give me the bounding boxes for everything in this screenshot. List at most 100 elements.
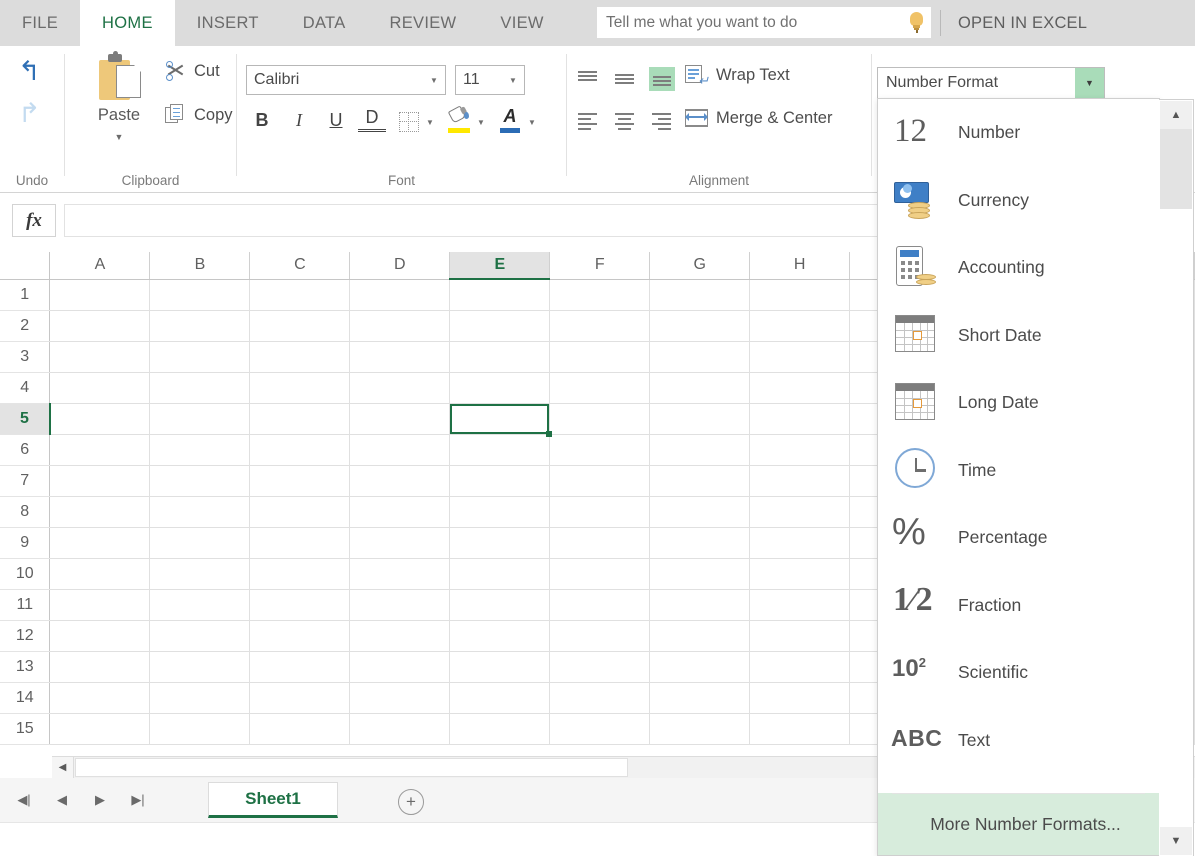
menu-item-more-number-formats[interactable]: More Number Formats... — [878, 793, 1159, 855]
cell-b3[interactable] — [150, 341, 250, 372]
cell-a15[interactable] — [50, 713, 150, 744]
cell-h8[interactable] — [750, 496, 850, 527]
scroll-up-icon[interactable]: ▲ — [1160, 101, 1192, 129]
column-header-g[interactable]: G — [650, 252, 750, 279]
cell-d3[interactable] — [350, 341, 450, 372]
cell-e9[interactable] — [450, 527, 550, 558]
italic-button[interactable]: I — [285, 106, 313, 134]
cell-e6[interactable] — [450, 434, 550, 465]
cell-b10[interactable] — [150, 558, 250, 589]
tab-home[interactable]: HOME — [80, 0, 175, 46]
cell-c11[interactable] — [250, 589, 350, 620]
fill-color-button[interactable] — [445, 106, 473, 134]
cell-a1[interactable] — [50, 279, 150, 310]
middle-align-button[interactable] — [611, 65, 639, 93]
row-header-2[interactable]: 2 — [0, 310, 50, 341]
cell-a4[interactable] — [50, 372, 150, 403]
cell-b2[interactable] — [150, 310, 250, 341]
cell-d5[interactable] — [350, 403, 450, 434]
cell-h15[interactable] — [750, 713, 850, 744]
row-header-11[interactable]: 11 — [0, 589, 50, 620]
cell-f11[interactable] — [550, 589, 650, 620]
cell-d9[interactable] — [350, 527, 450, 558]
cell-f12[interactable] — [550, 620, 650, 651]
row-header-8[interactable]: 8 — [0, 496, 50, 527]
cell-e13[interactable] — [450, 651, 550, 682]
cell-h3[interactable] — [750, 341, 850, 372]
align-right-button[interactable] — [648, 108, 676, 136]
align-left-button[interactable] — [574, 108, 602, 136]
tab-insert[interactable]: INSERT — [175, 0, 281, 46]
column-header-a[interactable]: A — [50, 252, 150, 279]
cell-g4[interactable] — [650, 372, 750, 403]
cell-a6[interactable] — [50, 434, 150, 465]
menu-item-time[interactable]: Time — [878, 437, 1159, 505]
cell-c5[interactable] — [250, 403, 350, 434]
menu-item-long-date[interactable]: Long Date — [878, 369, 1159, 437]
previous-sheet-icon[interactable]: ◀ — [44, 778, 80, 822]
row-header-1[interactable]: 1 — [0, 279, 50, 310]
cell-g2[interactable] — [650, 310, 750, 341]
cell-g14[interactable] — [650, 682, 750, 713]
cut-button[interactable]: Cut — [165, 60, 220, 82]
cell-d6[interactable] — [350, 434, 450, 465]
menu-item-fraction[interactable]: 1⁄2 Fraction — [878, 572, 1159, 640]
paste-button[interactable]: Paste ▼ — [77, 50, 161, 162]
cell-d14[interactable] — [350, 682, 450, 713]
cell-c12[interactable] — [250, 620, 350, 651]
cell-g1[interactable] — [650, 279, 750, 310]
cell-b12[interactable] — [150, 620, 250, 651]
open-in-excel-button[interactable]: OPEN IN EXCEL — [958, 0, 1087, 46]
double-underline-button[interactable]: D — [358, 106, 386, 132]
cell-a13[interactable] — [50, 651, 150, 682]
cell-d15[interactable] — [350, 713, 450, 744]
column-header-c[interactable]: C — [250, 252, 350, 279]
cell-g15[interactable] — [650, 713, 750, 744]
cell-d13[interactable] — [350, 651, 450, 682]
cell-b1[interactable] — [150, 279, 250, 310]
undo-button[interactable]: ↰ — [18, 58, 41, 85]
column-header-f[interactable]: F — [550, 252, 650, 279]
cell-h4[interactable] — [750, 372, 850, 403]
cell-g7[interactable] — [650, 465, 750, 496]
cell-g6[interactable] — [650, 434, 750, 465]
cell-e14[interactable] — [450, 682, 550, 713]
cell-g8[interactable] — [650, 496, 750, 527]
copy-button[interactable]: Copy — [165, 104, 233, 126]
tab-review[interactable]: REVIEW — [368, 0, 479, 46]
cell-f13[interactable] — [550, 651, 650, 682]
cell-f10[interactable] — [550, 558, 650, 589]
tell-me-input[interactable] — [597, 8, 901, 37]
dropdown-scrollbar[interactable]: ▲ ▼ — [1159, 99, 1194, 856]
chevron-down-icon[interactable]: ▼ — [423, 76, 445, 85]
row-header-4[interactable]: 4 — [0, 372, 50, 403]
menu-item-percentage[interactable]: % Percentage — [878, 504, 1159, 572]
cell-e12[interactable] — [450, 620, 550, 651]
cell-a10[interactable] — [50, 558, 150, 589]
cell-h2[interactable] — [750, 310, 850, 341]
row-header-6[interactable]: 6 — [0, 434, 50, 465]
cell-e15[interactable] — [450, 713, 550, 744]
cell-e11[interactable] — [450, 589, 550, 620]
row-header-15[interactable]: 15 — [0, 713, 50, 744]
cell-g12[interactable] — [650, 620, 750, 651]
scroll-down-icon[interactable]: ▼ — [1160, 827, 1192, 855]
cell-c10[interactable] — [250, 558, 350, 589]
column-header-e[interactable]: E — [450, 252, 550, 279]
column-header-h[interactable]: H — [750, 252, 850, 279]
cell-a7[interactable] — [50, 465, 150, 496]
cell-d10[interactable] — [350, 558, 450, 589]
cell-a14[interactable] — [50, 682, 150, 713]
insert-function-button[interactable]: fx — [12, 204, 56, 237]
font-color-button[interactable]: A — [496, 106, 524, 134]
cell-a8[interactable] — [50, 496, 150, 527]
wrap-text-button[interactable]: ↵ Wrap Text — [685, 64, 790, 86]
cell-d11[interactable] — [350, 589, 450, 620]
cell-h6[interactable] — [750, 434, 850, 465]
cell-d7[interactable] — [350, 465, 450, 496]
cell-h14[interactable] — [750, 682, 850, 713]
cell-b6[interactable] — [150, 434, 250, 465]
cell-g3[interactable] — [650, 341, 750, 372]
cell-c2[interactable] — [250, 310, 350, 341]
sheet-tab-sheet1[interactable]: Sheet1 — [208, 782, 338, 818]
